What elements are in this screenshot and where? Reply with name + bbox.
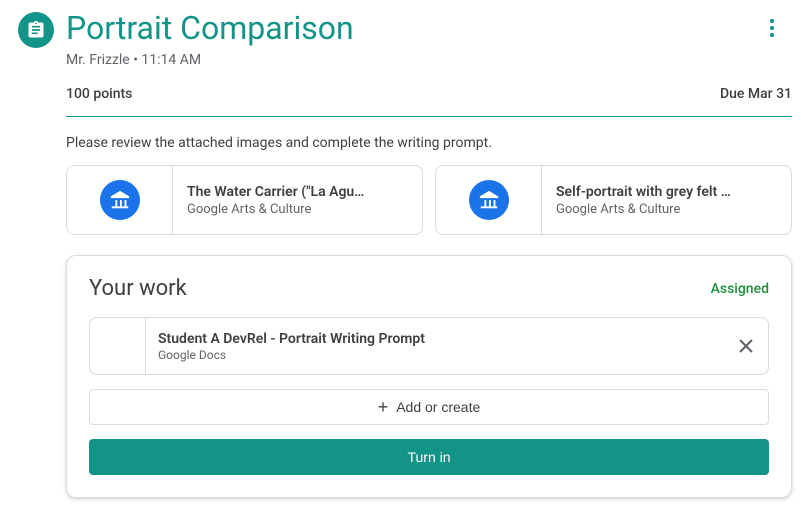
assignment-status: Assigned — [711, 281, 769, 297]
attachment-title: Self-portrait with grey felt … — [556, 184, 777, 200]
assignment-meta: Mr. Frizzle • 11:14 AM — [66, 52, 792, 68]
author-name: Mr. Frizzle — [66, 52, 130, 68]
remove-file-button[interactable] — [724, 318, 768, 374]
due-date: Due Mar 31 — [720, 86, 792, 102]
add-label: Add or create — [396, 399, 480, 415]
attachment-card[interactable]: Self-portrait with grey felt … Google Ar… — [435, 165, 792, 235]
work-file-title: Student A DevRel - Portrait Writing Prom… — [158, 331, 712, 347]
work-file-source: Google Docs — [158, 348, 712, 362]
plus-icon: + — [378, 397, 389, 418]
clipboard-icon — [26, 20, 46, 40]
attachment-source: Google Arts & Culture — [556, 202, 777, 217]
more-options-button[interactable] — [752, 8, 792, 48]
points-label: 100 points — [66, 86, 132, 102]
museum-icon — [469, 180, 509, 220]
attachment-title: The Water Carrier ("La Agu… — [187, 184, 408, 200]
kebab-icon — [770, 19, 774, 37]
assignment-title: Portrait Comparison — [66, 9, 752, 47]
your-work-heading: Your work — [89, 276, 187, 301]
attachment-thumbnail — [67, 166, 173, 234]
assignment-description: Please review the attached images and co… — [66, 135, 792, 151]
attachment-card[interactable]: The Water Carrier ("La Agu… Google Arts … — [66, 165, 423, 235]
header-divider — [66, 116, 792, 117]
post-time: 11:14 AM — [141, 52, 201, 68]
work-file-item[interactable]: Student A DevRel - Portrait Writing Prom… — [89, 317, 769, 375]
turn-in-button[interactable]: Turn in — [89, 439, 769, 475]
attachment-source: Google Arts & Culture — [187, 202, 408, 217]
attachment-thumbnail — [436, 166, 542, 234]
museum-icon — [100, 180, 140, 220]
add-or-create-button[interactable]: + Add or create — [89, 389, 769, 425]
work-file-thumbnail — [90, 318, 146, 374]
your-work-card: Your work Assigned Student A DevRel - Po… — [66, 255, 792, 498]
assignment-icon — [18, 12, 54, 48]
close-icon — [738, 338, 754, 354]
